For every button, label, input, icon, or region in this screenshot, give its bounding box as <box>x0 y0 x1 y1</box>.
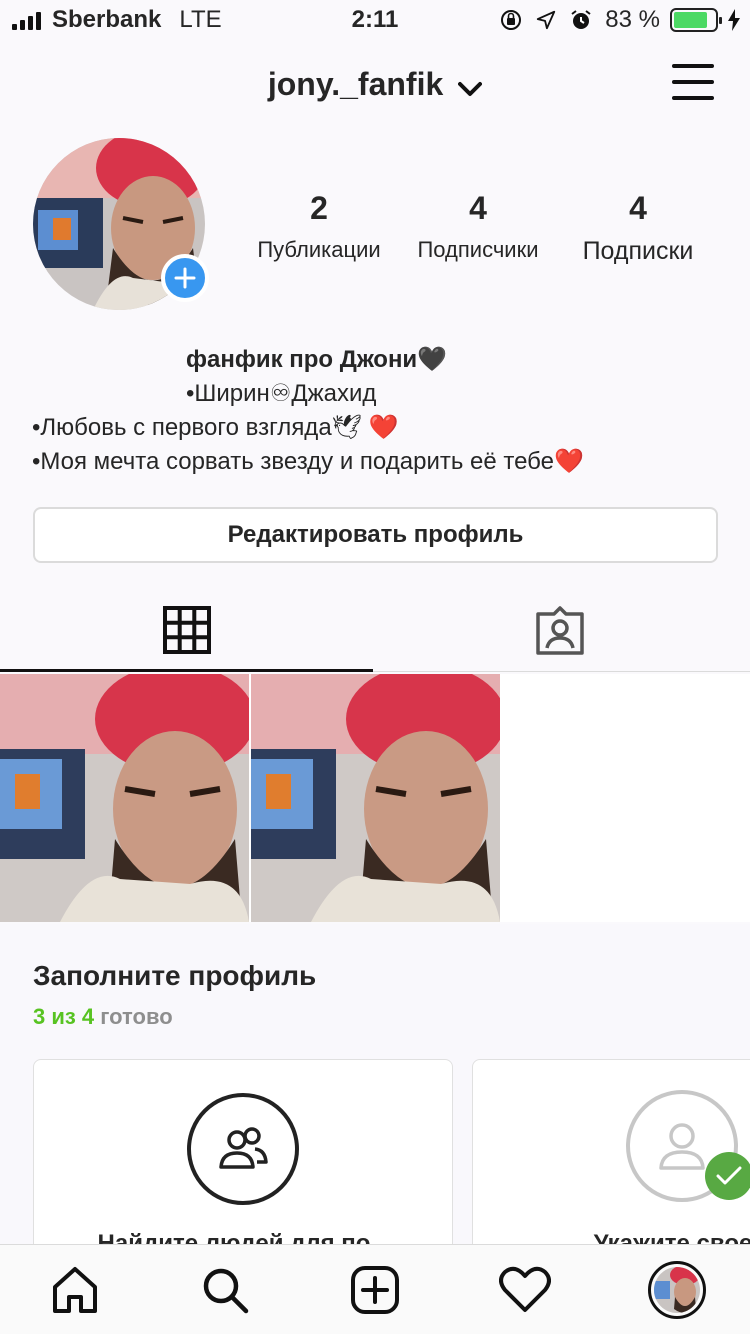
new-post-icon[interactable] <box>348 1263 402 1317</box>
hamburger-menu-icon[interactable] <box>672 64 714 104</box>
tab-tagged[interactable] <box>373 590 746 672</box>
rotation-lock-icon <box>499 8 523 32</box>
stat-followers[interactable]: 4 Подписчики <box>398 190 558 266</box>
stat-following-value: 4 <box>629 190 647 226</box>
plus-icon <box>174 267 196 289</box>
battery-icon <box>670 8 722 32</box>
profile-bio: фанфик про Джони🖤 •Ширин♾Джахид •Любовь … <box>32 343 732 479</box>
stat-followers-value: 4 <box>469 190 487 226</box>
add-profile-photo-card[interactable]: Укажите свое... <box>472 1059 750 1244</box>
bio-line: •Любовь с первого взгляда🕊 ❤️ <box>32 414 399 441</box>
profile-stats: 2 Публикации 4 Подписчики 4 Подписки <box>240 190 720 266</box>
stat-following-label: Подписки <box>582 237 694 265</box>
bottom-navigation <box>0 1244 750 1334</box>
stat-posts-label: Публикации <box>257 237 381 262</box>
stat-posts[interactable]: 2 Публикации <box>240 190 398 266</box>
status-bar: Sberbank LTE 2:11 83 % <box>0 0 750 42</box>
account-switcher[interactable]: jony._fanfik <box>0 66 750 105</box>
find-people-card[interactable]: Найдите людей для по... <box>33 1059 453 1244</box>
profile-header: jony._fanfik <box>0 60 750 110</box>
add-story-button[interactable] <box>161 254 209 302</box>
tagged-person-icon <box>535 606 584 655</box>
stat-following[interactable]: 4 Подписки <box>558 190 718 266</box>
tab-posts-grid[interactable] <box>0 590 373 672</box>
card-label: Найдите людей для по... <box>97 1230 391 1244</box>
bio-line: •Ширин♾Джахид <box>186 380 377 407</box>
checkmark-icon <box>705 1152 750 1200</box>
post-thumbnail[interactable] <box>0 674 249 922</box>
complete-profile-title: Заполните профиль <box>33 960 317 991</box>
progress-done: 3 из 4 <box>33 1004 95 1029</box>
profile-tab-avatar[interactable] <box>648 1261 706 1319</box>
search-icon[interactable] <box>198 1263 252 1317</box>
stat-followers-label: Подписчики <box>417 237 539 262</box>
post-thumbnail[interactable] <box>251 674 500 922</box>
alarm-icon <box>569 8 593 32</box>
progress-rest: готово <box>100 1004 173 1029</box>
heart-icon[interactable] <box>498 1263 552 1317</box>
profile-avatar-container[interactable] <box>33 138 209 310</box>
complete-profile-progress: 3 из 4 готово <box>33 1004 173 1030</box>
avatar <box>654 1267 700 1313</box>
people-icon <box>187 1093 299 1205</box>
status-bar-right: 83 % <box>487 6 740 34</box>
edit-profile-button[interactable]: Редактировать профиль <box>33 507 718 563</box>
home-icon[interactable] <box>48 1263 102 1317</box>
posts-grid <box>0 674 750 922</box>
card-label: Укажите свое... <box>593 1230 750 1244</box>
username-label: jony._fanfik <box>267 66 444 102</box>
grid-icon <box>162 605 211 654</box>
location-arrow-icon <box>535 9 557 31</box>
complete-profile-section: Заполните профиль 3 из 4 готово Найдите … <box>0 924 750 1244</box>
bio-name: фанфик про Джони🖤 <box>186 346 448 373</box>
chevron-down-icon <box>458 68 483 105</box>
stat-posts-value: 2 <box>310 190 328 226</box>
charging-bolt-icon <box>728 9 740 31</box>
bio-line: •Моя мечта сорвать звезду и подарить её … <box>32 448 584 475</box>
profile-tabs <box>0 590 750 672</box>
battery-percent: 83 % <box>605 6 660 33</box>
